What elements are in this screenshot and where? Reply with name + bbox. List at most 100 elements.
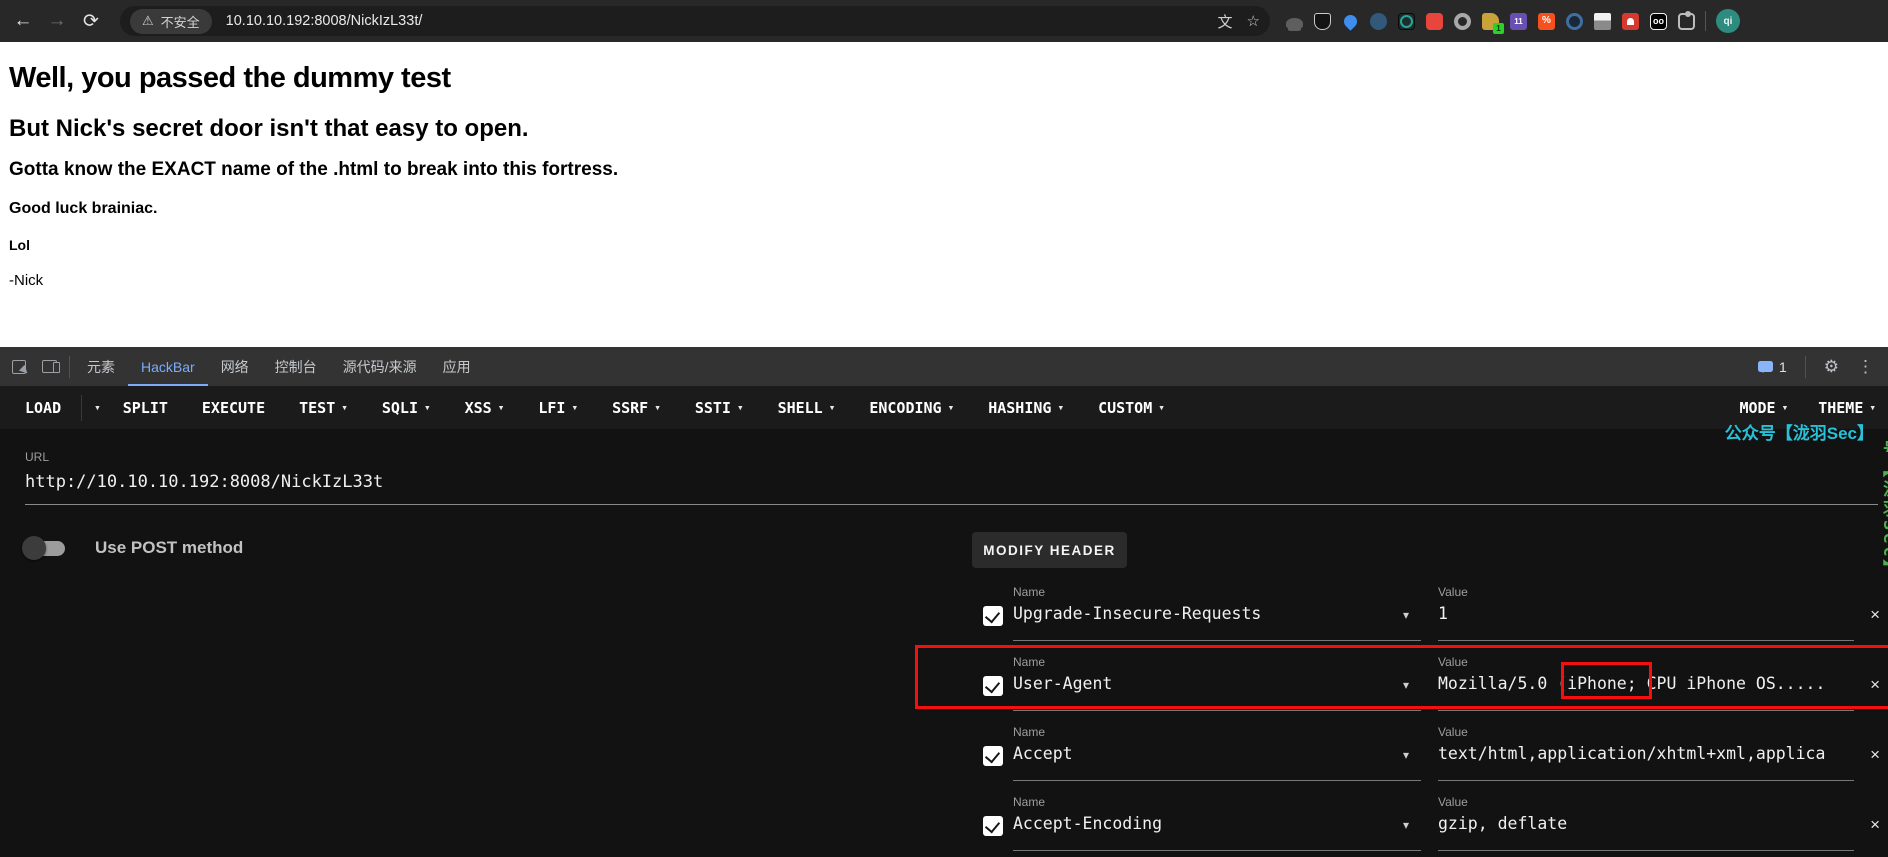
- oo-extension-icon[interactable]: oo: [1650, 13, 1667, 30]
- tab-application[interactable]: 应用: [430, 347, 484, 386]
- page-content: Well, you passed the dummy test But Nick…: [0, 42, 1888, 347]
- settings-gear-icon[interactable]: ⚙: [1824, 357, 1839, 377]
- profile-avatar[interactable]: qi: [1716, 9, 1740, 33]
- header-checkbox[interactable]: [983, 816, 1003, 836]
- tab-hackbar[interactable]: HackBar: [128, 347, 208, 386]
- use-post-toggle[interactable]: [25, 541, 65, 556]
- bird-extension-icon[interactable]: [1370, 13, 1387, 30]
- donut-extension-icon[interactable]: [1454, 13, 1471, 30]
- console-messages-button[interactable]: 1: [1758, 359, 1787, 375]
- hackbar-right-menu: MODE▾ THEME▾: [1739, 399, 1888, 417]
- devtools-menu-kebab-icon[interactable]: ⋮: [1857, 357, 1874, 377]
- translate-icon[interactable]: 文: [1218, 11, 1233, 32]
- ring-square-extension-icon[interactable]: [1398, 13, 1415, 30]
- menu-mode[interactable]: MODE▾: [1739, 399, 1788, 417]
- toolbar-separator: [1705, 11, 1706, 31]
- security-chip[interactable]: ⚠ 不安全: [130, 9, 212, 34]
- side-watermark-strip: 公众号【泷羽Sec】公众号【泷羽Sec】公众号【泷羽Sec】: [1877, 440, 1888, 850]
- chevron-down-icon: ▾: [1158, 401, 1165, 414]
- message-bubble-icon: [1758, 361, 1773, 372]
- extensions-puzzle-icon[interactable]: [1678, 13, 1695, 30]
- devtools-separator: [69, 356, 70, 378]
- tab-sources[interactable]: 源代码/来源: [330, 347, 430, 386]
- percent-extension-icon[interactable]: %: [1538, 13, 1555, 30]
- value-underline: [1438, 780, 1854, 781]
- header-value-input[interactable]: text/html,application/xhtml+xml,applica: [1438, 744, 1856, 763]
- name-underline: [1013, 780, 1421, 781]
- url-input[interactable]: http://10.10.10.192:8008/NickIzL33t: [25, 472, 383, 492]
- chevron-down-icon: ▾: [654, 401, 661, 414]
- stripes-extension-icon[interactable]: [1594, 13, 1611, 30]
- chevron-down-icon: ▾: [737, 401, 744, 414]
- chevron-down-icon: ▾: [829, 401, 836, 414]
- device-toolbar-icon[interactable]: [42, 360, 57, 373]
- header-name-input[interactable]: User-Agent: [1013, 674, 1373, 693]
- inspect-element-icon[interactable]: [12, 360, 26, 374]
- chevron-down-icon: ▾: [948, 401, 955, 414]
- tab-console[interactable]: 控制台: [262, 347, 330, 386]
- header-name-chevron-down-icon[interactable]: ▾: [1403, 748, 1409, 762]
- tab-elements[interactable]: 元素: [74, 347, 128, 386]
- purple-extension-icon[interactable]: 11: [1510, 13, 1527, 30]
- menu-load-chevron-down-icon[interactable]: ▾: [94, 401, 101, 414]
- value-underline: [1438, 850, 1854, 851]
- header-value-input[interactable]: Mozilla/5.0 (iPhone; CPU iPhone OS.....: [1438, 674, 1856, 693]
- page-heading-1: Well, you passed the dummy test: [9, 62, 1879, 95]
- hackbar-hat-extension-icon[interactable]: [1286, 18, 1303, 29]
- header-row-accept: Name Accept ▾ Value text/html,applicatio…: [975, 720, 1888, 790]
- use-post-toggle-row: Use POST method: [25, 534, 243, 562]
- header-row-upgrade-insecure-requests: Name Upgrade-Insecure-Requests ▾ Value 1…: [975, 580, 1888, 650]
- address-bar[interactable]: ⚠ 不安全 10.10.10.192:8008/NickIzL33t/ 文 ☆: [120, 6, 1270, 36]
- header-name-input[interactable]: Upgrade-Insecure-Requests: [1013, 604, 1373, 623]
- name-field-label: Name: [1013, 585, 1045, 599]
- screen: ← → ⟳ ⚠ 不安全 10.10.10.192:8008/NickIzL33t…: [0, 0, 1888, 857]
- tab-network[interactable]: 网络: [208, 347, 262, 386]
- menu-load[interactable]: LOAD: [25, 399, 61, 417]
- header-name-chevron-down-icon[interactable]: ▾: [1403, 818, 1409, 832]
- header-name-chevron-down-icon[interactable]: ▾: [1403, 678, 1409, 692]
- menu-xss[interactable]: XSS▾: [465, 399, 505, 417]
- reload-icon[interactable]: ⟳: [74, 10, 108, 33]
- red-figure-extension-icon[interactable]: [1622, 13, 1639, 30]
- menu-ssti[interactable]: SSTI▾: [695, 399, 744, 417]
- forward-icon[interactable]: →: [40, 10, 74, 32]
- modify-header-button[interactable]: MODIFY HEADER: [972, 532, 1127, 568]
- header-value-input[interactable]: gzip, deflate: [1438, 814, 1856, 833]
- menu-theme[interactable]: THEME▾: [1818, 399, 1876, 417]
- menu-ssrf[interactable]: SSRF▾: [612, 399, 661, 417]
- menu-test[interactable]: TEST▾: [299, 399, 348, 417]
- bookmark-star-icon[interactable]: ☆: [1247, 12, 1260, 30]
- menu-split[interactable]: SPLIT: [123, 399, 168, 417]
- menu-hashing[interactable]: HASHING▾: [988, 399, 1064, 417]
- name-underline: [1013, 640, 1421, 641]
- flag-extension-icon[interactable]: 1: [1482, 13, 1499, 30]
- menu-execute[interactable]: EXECUTE: [202, 399, 265, 417]
- back-icon[interactable]: ←: [6, 10, 40, 32]
- header-checkbox[interactable]: [983, 746, 1003, 766]
- devtools-separator: [1805, 356, 1806, 378]
- extension-badge: 1: [1493, 23, 1504, 34]
- header-checkbox[interactable]: [983, 676, 1003, 696]
- header-value-input[interactable]: 1: [1438, 604, 1856, 623]
- header-name-chevron-down-icon[interactable]: ▾: [1403, 608, 1409, 622]
- menu-sqli[interactable]: SQLI▾: [382, 399, 431, 417]
- menu-encoding[interactable]: ENCODING▾: [869, 399, 954, 417]
- flask-extension-icon[interactable]: [1314, 13, 1331, 30]
- value-underline: [1438, 710, 1854, 711]
- side-watermark-text: 公众号【泷羽Sec】公众号【泷羽Sec】公众号【泷羽Sec】: [1877, 440, 1888, 850]
- menu-lfi[interactable]: LFI▾: [538, 399, 578, 417]
- value-field-label: Value: [1438, 725, 1468, 739]
- header-checkbox[interactable]: [983, 606, 1003, 626]
- dice-extension-icon[interactable]: [1426, 13, 1443, 30]
- messages-count: 1: [1779, 359, 1787, 375]
- swirl-extension-icon[interactable]: [1566, 13, 1583, 30]
- name-field-label: Name: [1013, 725, 1045, 739]
- header-name-input[interactable]: Accept: [1013, 744, 1373, 763]
- pin-extension-icon[interactable]: [1341, 12, 1359, 30]
- security-label: 不安全: [161, 12, 200, 31]
- header-name-input[interactable]: Accept-Encoding: [1013, 814, 1373, 833]
- menu-shell[interactable]: SHELL▾: [778, 399, 836, 417]
- page-heading-4: Good luck brainiac.: [9, 200, 1879, 218]
- menu-custom[interactable]: CUSTOM▾: [1098, 399, 1165, 417]
- address-url[interactable]: 10.10.10.192:8008/NickIzL33t/: [226, 13, 1204, 29]
